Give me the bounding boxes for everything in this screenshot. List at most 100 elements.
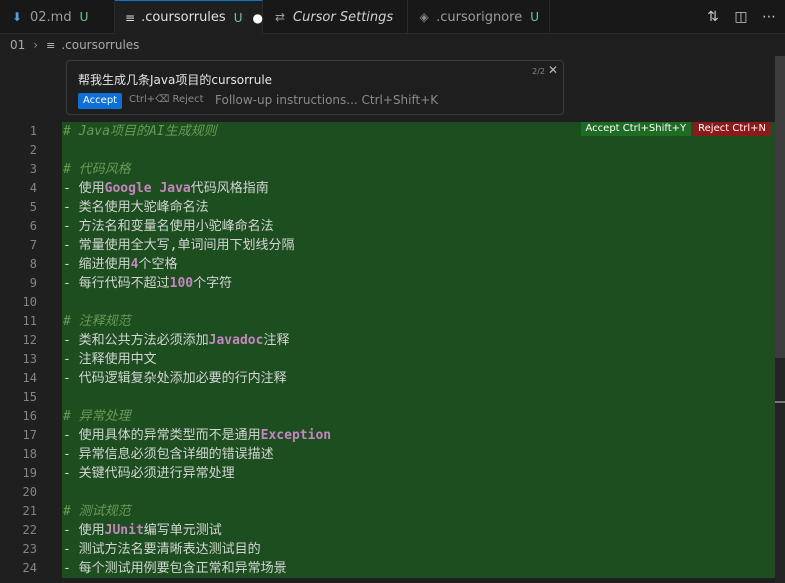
followup-input[interactable]: Follow-up instructions... Ctrl+Shift+K (215, 93, 438, 107)
code-line[interactable]: - 使用Google Java代码风格指南 (62, 179, 775, 198)
code-text: - 异常信息必须包含详细的错误描述 (63, 447, 274, 462)
line-number: 1 (29, 124, 37, 138)
code-line[interactable]: # 注释规范 (62, 312, 775, 331)
line-number: 7 (29, 238, 37, 252)
line-number: 23 (22, 542, 37, 556)
code-text: # 异常处理 (63, 409, 131, 424)
code-text: # 测试规范 (63, 504, 131, 519)
code-text: - 方法名和变量名使用小驼峰命名法 (63, 219, 274, 234)
vertical-scrollbar[interactable] (775, 56, 785, 583)
compare-changes-icon[interactable]: ⇅ (705, 9, 721, 25)
line-number: 9 (29, 276, 37, 290)
code-text: - 测试方法名要清晰表达测试目的 (63, 542, 261, 557)
download-arrow-icon: ⬇ (11, 10, 23, 24)
code-text: - 使用 (63, 181, 105, 196)
reject-diff-button[interactable]: Reject Ctrl+N (693, 122, 771, 136)
code-text: # 注释规范 (63, 314, 131, 329)
diff-actions: Accept Ctrl+Shift+Y Reject Ctrl+N (580, 122, 771, 136)
tab-status: U (530, 10, 539, 24)
code-content[interactable]: # Java项目的AI生成规则 # 代码风格 - 使用Google Java代码风… (62, 122, 775, 578)
breadcrumb-folder[interactable]: 01 (10, 38, 25, 52)
line-number: 4 (29, 181, 37, 195)
inline-prompt-panel: 帮我生成几条Java项目的cursorrule 2/2 ✕ Accept Ctr… (66, 60, 564, 115)
line-number: 5 (29, 200, 37, 214)
line-number: 8 (29, 257, 37, 271)
code-keyword: Exception (260, 428, 332, 443)
line-number: 2 (29, 143, 37, 157)
code-line[interactable]: - 注释使用中文 (62, 350, 775, 369)
line-number: 14 (22, 371, 37, 385)
code-text: # 代码风格 (63, 162, 131, 177)
code-line[interactable] (62, 388, 775, 407)
code-line[interactable]: # 异常处理 (62, 407, 775, 426)
code-line[interactable]: - 关键代码必须进行异常处理 (62, 464, 775, 483)
code-line[interactable]: - 类名使用大驼峰命名法 (62, 198, 775, 217)
more-actions-icon[interactable]: ⋯ (761, 9, 777, 25)
line-number: 10 (22, 295, 37, 309)
line-number: 12 (22, 333, 37, 347)
code-text: - 关键代码必须进行异常处理 (63, 466, 235, 481)
split-editor-icon[interactable]: ◫ (733, 9, 749, 25)
unsaved-dot-icon[interactable]: ● (253, 11, 263, 25)
code-line[interactable]: - 缩进使用4个空格 (62, 255, 775, 274)
accept-diff-button[interactable]: Accept Ctrl+Shift+Y (580, 122, 692, 136)
code-keyword: JUnit (104, 523, 144, 538)
code-line[interactable]: - 使用具体的异常类型而不是通用Exception (62, 426, 775, 445)
line-number: 17 (22, 428, 37, 442)
line-number: 18 (22, 447, 37, 461)
line-number: 15 (22, 390, 37, 404)
line-number: 11 (22, 314, 37, 328)
line-number: 20 (22, 485, 37, 499)
tab-label: 02.md (30, 9, 72, 25)
line-number: 24 (22, 561, 37, 575)
code-line[interactable]: - 每行代码不超过100个字符 (62, 274, 775, 293)
code-text: - 使用具体的异常类型而不是通用 (63, 428, 261, 443)
code-line[interactable]: - 异常信息必须包含详细的错误描述 (62, 445, 775, 464)
line-number: 22 (22, 523, 37, 537)
code-text: - 类名使用大驼峰命名法 (63, 200, 209, 215)
editor-actions: ⇅ ◫ ⋯ (705, 0, 777, 34)
code-line[interactable] (62, 293, 775, 312)
close-icon[interactable]: ✕ (548, 63, 558, 77)
line-number: 6 (29, 219, 37, 233)
code-line[interactable]: - 代码逻辑复杂处添加必要的行内注释 (62, 369, 775, 388)
code-line[interactable]: - 测试方法名要清晰表达测试目的 (62, 540, 775, 559)
tab-bar: ⬇ 02.md U ≡ .coursorrules U ● ⇄ Cursor S… (0, 0, 785, 34)
line-number: 13 (22, 352, 37, 366)
code-text: - 缩进使用 (63, 257, 131, 272)
code-line[interactable]: # 代码风格 (62, 160, 775, 179)
accept-button[interactable]: Accept (78, 93, 123, 109)
code-line[interactable] (62, 141, 775, 160)
code-line[interactable]: - 类和公共方法必须添加Javadoc注释 (62, 331, 775, 350)
chevron-right-icon: › (33, 38, 39, 52)
code-text: 注释 (263, 333, 290, 348)
scrollbar-thumb[interactable] (775, 56, 785, 358)
tab-status: U (79, 10, 89, 24)
code-line[interactable]: - 每个测试用例要包含正常和异常场景 (62, 559, 775, 578)
line-number: 19 (22, 466, 37, 480)
code-line[interactable]: - 方法名和变量名使用小驼峰命名法 (62, 217, 775, 236)
code-line[interactable]: - 常量使用全大写,单词间用下划线分隔 (62, 236, 775, 255)
line-number: 16 (22, 409, 37, 423)
tab-coursorrules[interactable]: ≡ .coursorrules U ● (115, 0, 263, 34)
prompt-title: 帮我生成几条Java项目的cursorrule (78, 73, 273, 87)
code-line[interactable]: - 使用JUnit编写单元测试 (62, 521, 775, 540)
tab-02-md[interactable]: ⬇ 02.md U (0, 0, 115, 34)
code-text: - 类和公共方法必须添加 (63, 333, 209, 348)
tab-label: .coursorrules (141, 10, 226, 25)
breadcrumb-file[interactable]: .coursorrules (61, 38, 139, 52)
line-number-gutter: 1 2 3 4 5 6 7 8 9 10 11 12 13 14 15 16 17 18 19 20 21 22 23 24 (0, 122, 60, 578)
tab-cursor-settings[interactable]: ⇄ Cursor Settings (263, 0, 408, 34)
editor-area[interactable]: 帮我生成几条Java项目的cursorrule 2/2 ✕ Accept Ctr… (0, 56, 785, 583)
code-text: - 使用 (63, 523, 105, 538)
code-keyword: Javadoc (208, 333, 264, 348)
code-text: 个空格 (138, 257, 178, 272)
line-number: 3 (29, 162, 37, 176)
code-text: - 每行代码不超过 (63, 276, 170, 291)
code-line[interactable] (62, 483, 775, 502)
code-line[interactable]: # 测试规范 (62, 502, 775, 521)
reject-button[interactable]: Ctrl+⌫ Reject (129, 94, 204, 105)
code-keyword: 100 (169, 276, 194, 291)
lines-icon: ≡ (46, 38, 56, 52)
tab-cursorignore[interactable]: ◈ .cursorignore U (408, 0, 550, 34)
